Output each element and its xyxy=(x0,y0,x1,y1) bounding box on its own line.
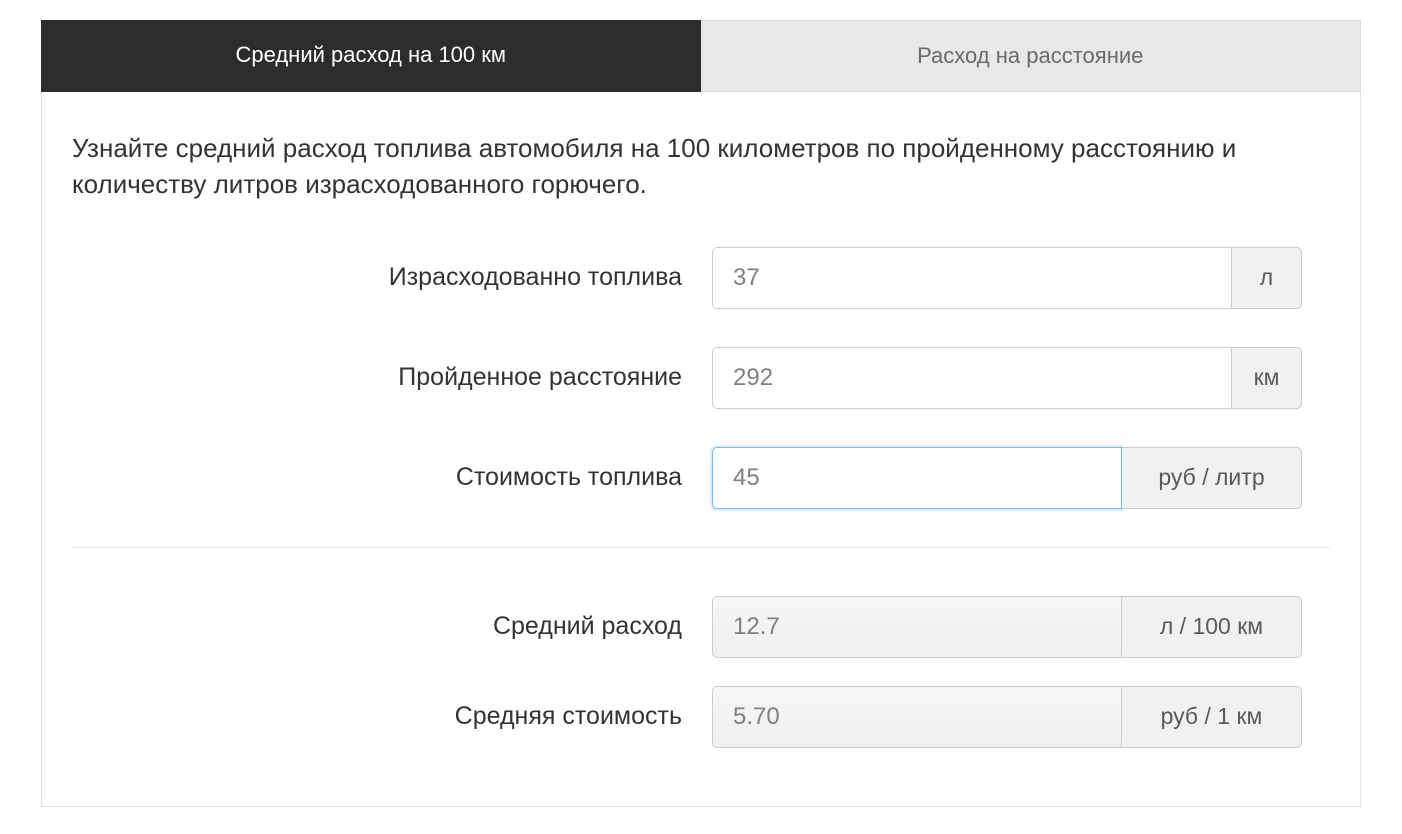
tab-avg-consumption[interactable]: Средний расход на 100 км xyxy=(41,20,701,92)
calculator-panel: Средний расход на 100 км Расход на расст… xyxy=(41,20,1361,807)
row-fuel-used: Израсходованно топлива л xyxy=(72,247,1330,309)
unit-avg-cost: руб / 1 км xyxy=(1122,686,1302,748)
input-group-fuel-price: руб / литр xyxy=(712,447,1302,509)
results-section: Средний расход л / 100 км Средняя стоимо… xyxy=(72,596,1330,748)
panel-body: Узнайте средний расход топлива автомобил… xyxy=(41,92,1361,807)
label-avg-consumption: Средний расход xyxy=(72,612,712,641)
description-text: Узнайте средний расход топлива автомобил… xyxy=(72,130,1330,203)
divider xyxy=(72,547,1330,548)
label-fuel-used: Израсходованно топлива xyxy=(72,263,712,292)
label-avg-cost: Средняя стоимость xyxy=(72,702,712,731)
row-fuel-price: Стоимость топлива руб / литр xyxy=(72,447,1330,509)
row-distance: Пройденное расстояние км xyxy=(72,347,1330,409)
output-group-avg-consumption: л / 100 км xyxy=(712,596,1302,658)
tabs-row: Средний расход на 100 км Расход на расст… xyxy=(41,20,1361,92)
label-distance: Пройденное расстояние xyxy=(72,363,712,392)
input-distance[interactable] xyxy=(712,347,1232,409)
tab-distance-consumption[interactable]: Расход на расстояние xyxy=(701,20,1362,92)
row-avg-consumption: Средний расход л / 100 км xyxy=(72,596,1330,658)
output-avg-consumption xyxy=(712,596,1122,658)
unit-fuel-used: л xyxy=(1232,247,1302,309)
output-avg-cost xyxy=(712,686,1122,748)
label-fuel-price: Стоимость топлива xyxy=(72,463,712,492)
unit-avg-consumption: л / 100 км xyxy=(1122,596,1302,658)
output-group-avg-cost: руб / 1 км xyxy=(712,686,1302,748)
input-fuel-price[interactable] xyxy=(712,447,1122,509)
unit-distance: км xyxy=(1232,347,1302,409)
input-fuel-used[interactable] xyxy=(712,247,1232,309)
input-group-fuel-used: л xyxy=(712,247,1302,309)
input-group-distance: км xyxy=(712,347,1302,409)
unit-fuel-price: руб / литр xyxy=(1122,447,1302,509)
row-avg-cost: Средняя стоимость руб / 1 км xyxy=(72,686,1330,748)
